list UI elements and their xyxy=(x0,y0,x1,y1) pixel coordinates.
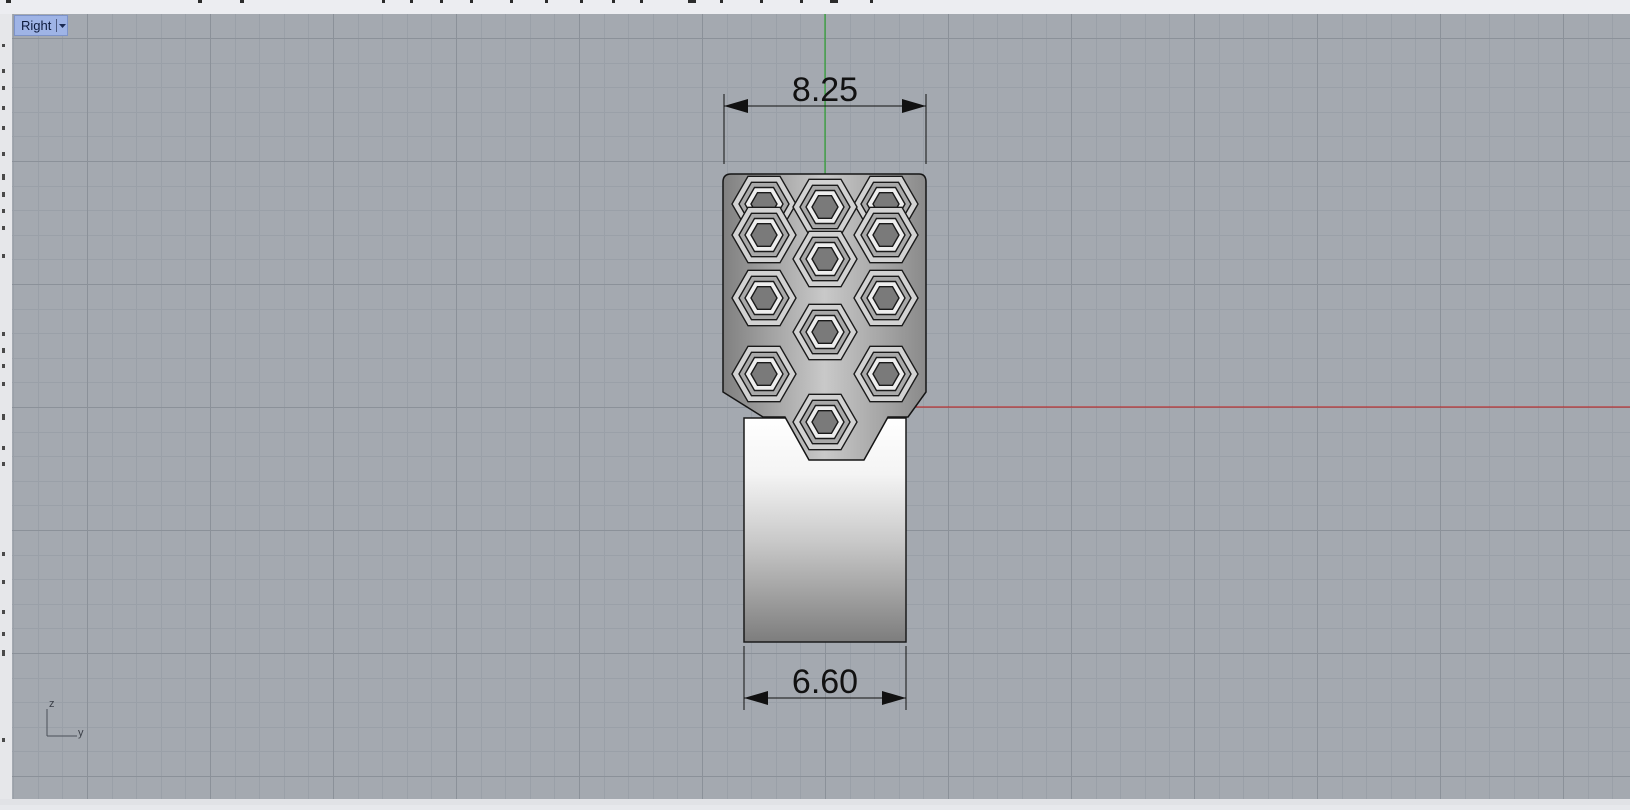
toolbar-strip xyxy=(0,0,1630,15)
viewport-canvas[interactable]: 8.25 6.60 z y xyxy=(12,14,1630,799)
toolbar-icon-row xyxy=(6,0,873,3)
status-strip xyxy=(0,799,1630,805)
honeycomb-cell xyxy=(811,246,839,271)
right-viewport[interactable]: 8.25 6.60 z y Right xyxy=(12,14,1630,799)
honeycomb-cell xyxy=(750,222,778,248)
dimension-label-top: 8.25 xyxy=(792,71,858,109)
axis-label-y: y xyxy=(78,727,84,739)
left-toolbar-icons xyxy=(2,44,5,742)
honeycomb-cell xyxy=(750,286,778,310)
honeycomb-cell xyxy=(750,362,778,386)
chevron-down-icon[interactable] xyxy=(57,16,67,35)
viewport-name[interactable]: Right xyxy=(15,16,56,35)
axis-label-z: z xyxy=(49,698,55,710)
honeycomb-cell xyxy=(872,362,900,386)
viewport-title-tab[interactable]: Right xyxy=(14,15,69,36)
honeycomb-cell xyxy=(872,286,900,310)
dimension-label-bottom: 6.60 xyxy=(792,663,858,701)
honeycomb-cell xyxy=(811,410,839,434)
honeycomb-cell xyxy=(872,222,900,248)
honeycomb-cell xyxy=(811,320,839,344)
honeycomb-cell xyxy=(811,194,839,220)
